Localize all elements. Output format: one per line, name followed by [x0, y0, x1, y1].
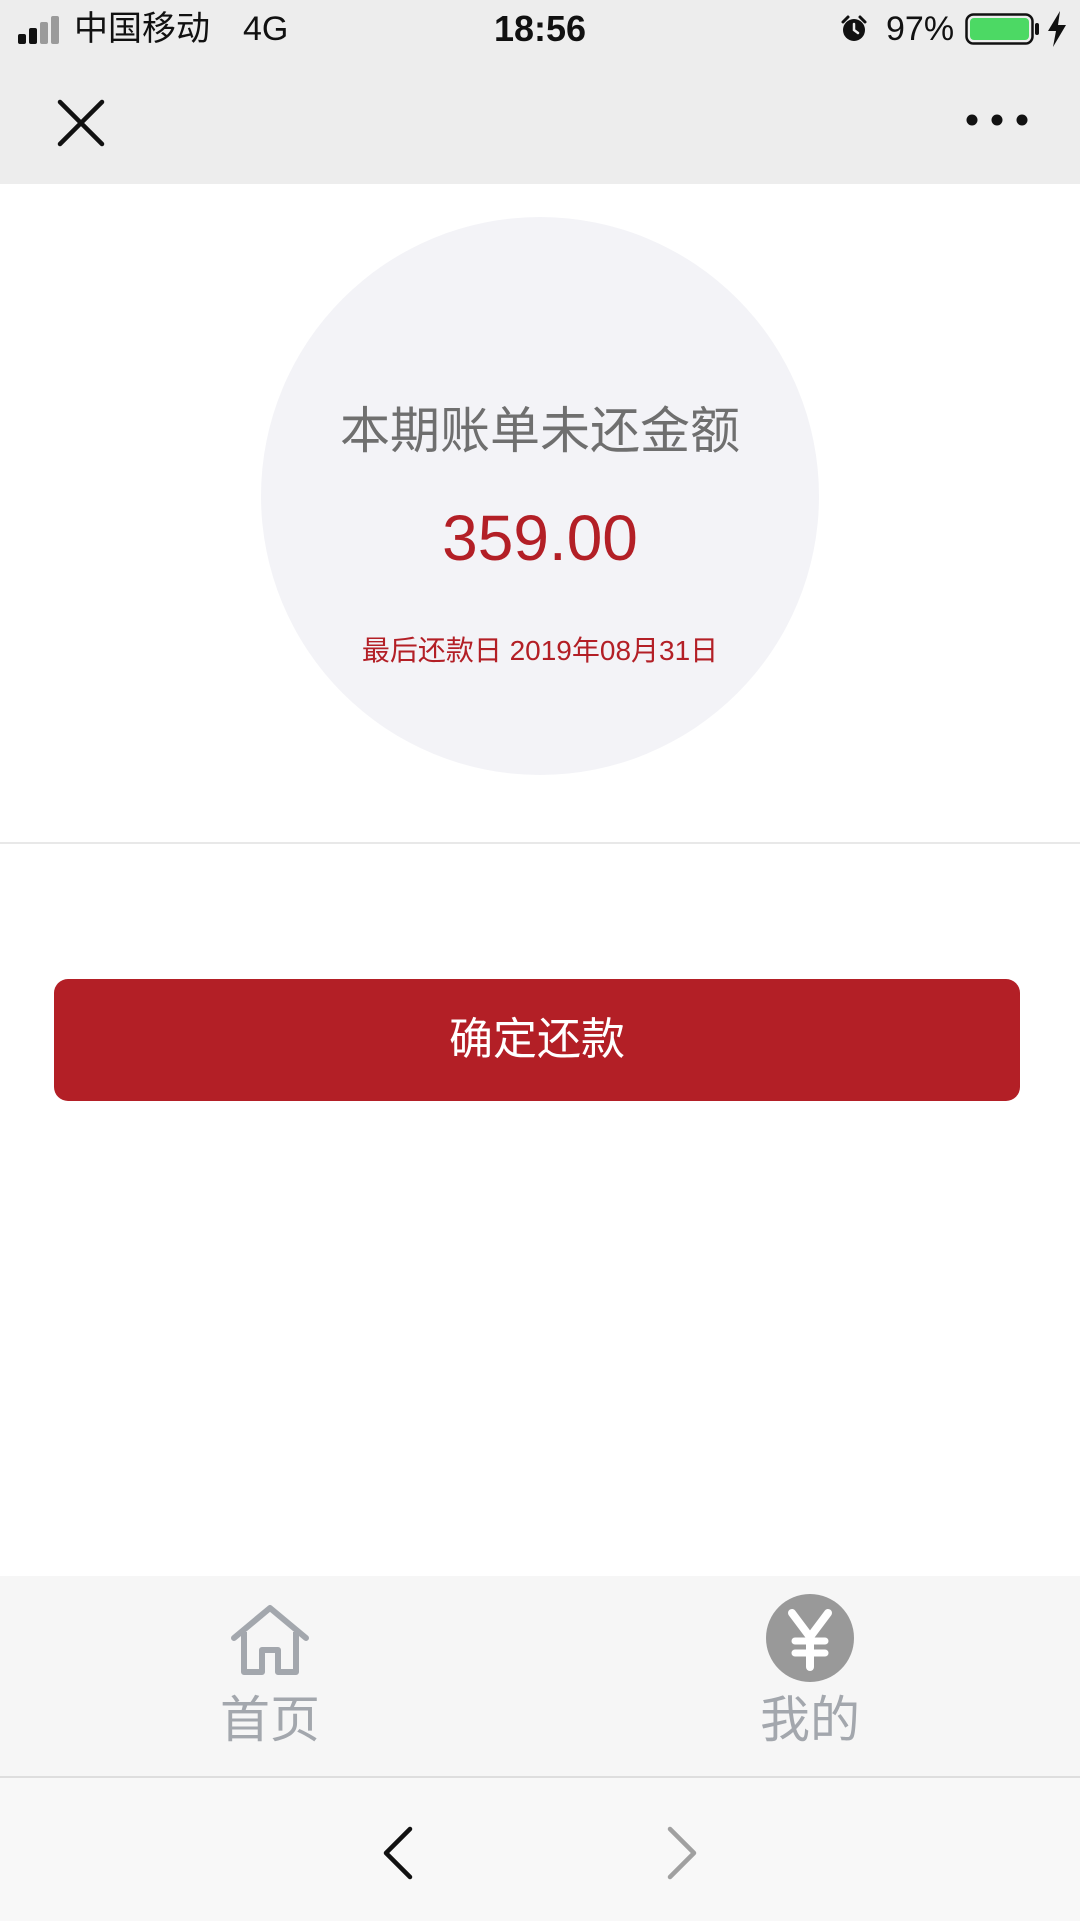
home-icon — [231, 1605, 309, 1675]
tab-home-label: 首页 — [220, 1692, 320, 1748]
battery-percent: 97% — [886, 10, 955, 48]
divider — [0, 842, 1080, 844]
close-icon[interactable] — [52, 94, 110, 152]
bottom-tab-bar: 首页 我的 — [0, 1576, 1080, 1778]
charging-icon — [1048, 11, 1066, 47]
yen-icon — [766, 1594, 854, 1682]
battery-icon — [965, 13, 1039, 45]
outstanding-amount: 359.00 — [442, 502, 638, 574]
forward-arrow-icon[interactable] — [662, 1823, 702, 1883]
status-bar: 中国移动 4G 18:56 97% — [0, 0, 1080, 58]
bill-summary-circle: 本期账单未还金额 359.00 最后还款日 2019年08月31日 — [261, 217, 819, 775]
browser-toolbar — [0, 1778, 1080, 1921]
tab-mine-label: 我的 — [760, 1692, 860, 1748]
tab-home[interactable]: 首页 — [0, 1576, 540, 1776]
nav-bar — [0, 58, 1080, 184]
more-icon[interactable] — [962, 100, 1032, 140]
bill-summary-title: 本期账单未还金额 — [340, 403, 740, 459]
back-arrow-icon[interactable] — [378, 1823, 418, 1883]
alarm-icon — [841, 15, 867, 41]
tab-mine[interactable]: 我的 — [540, 1576, 1080, 1776]
due-date: 最后还款日 2019年08月31日 — [361, 635, 719, 666]
confirm-repayment-button[interactable]: 确定还款 — [54, 979, 1020, 1101]
